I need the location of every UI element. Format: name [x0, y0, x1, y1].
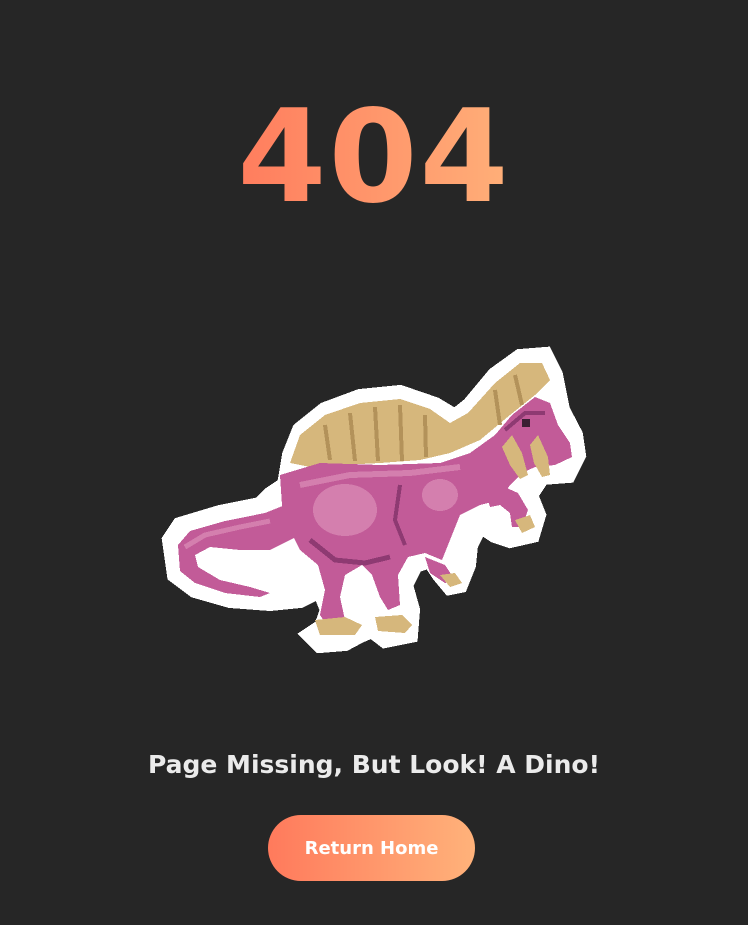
pixel-spinosaurus-dino-icon [161, 346, 587, 654]
dino-illustration [150, 335, 600, 675]
error-code-heading: 404 [0, 88, 748, 228]
return-home-button[interactable]: Return Home [268, 815, 475, 881]
not-found-page: 404 Page Missing, But Look! A Dino! Retu… [0, 0, 748, 925]
error-message: Page Missing, But Look! A Dino! [147, 750, 600, 779]
